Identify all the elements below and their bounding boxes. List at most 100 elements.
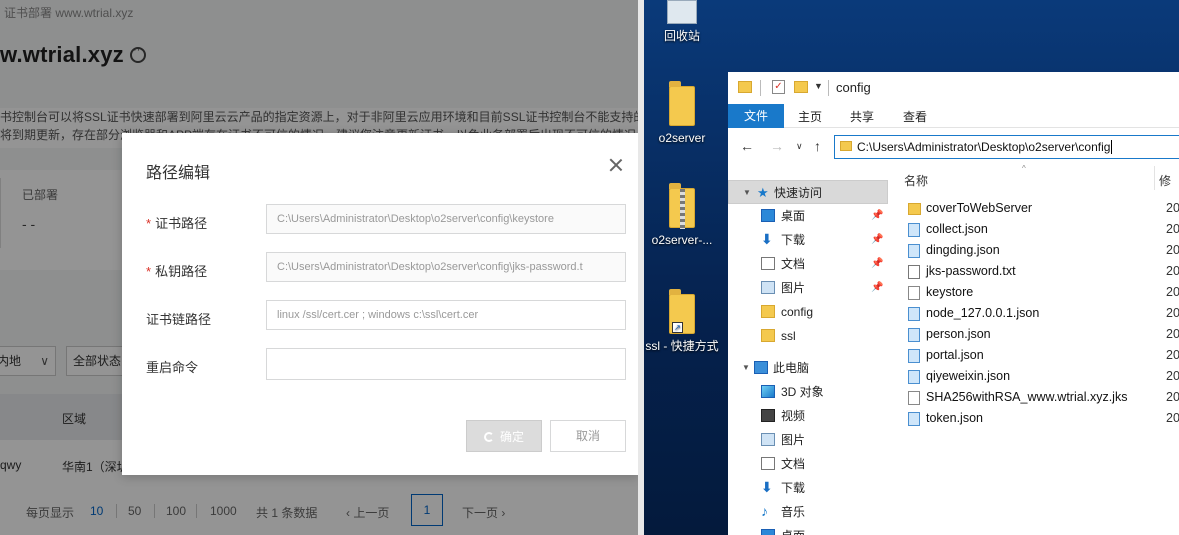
file-row[interactable]: qiyeweixin.json 20 — [888, 366, 1179, 387]
file-modified-date: 20 — [1166, 327, 1179, 341]
column-header-name[interactable]: 名称 — [904, 172, 928, 189]
nav-item-pc-pictures[interactable]: 图片 — [728, 428, 888, 452]
pin-icon: 📌 — [871, 258, 884, 269]
column-header-modified[interactable]: 修 — [1159, 172, 1171, 189]
cert-chain-path-input[interactable]: linux /ssl/cert.cer ; windows c:\ssl\cer… — [266, 300, 626, 330]
folder-icon — [761, 305, 775, 318]
cert-path-label: * 证书路径 — [146, 216, 208, 231]
file-explorer-window: ✓ ▼ config 文件 主页 共享 查看 ← → ∨ ↑ C:\Users\… — [728, 72, 1179, 535]
private-key-path-input[interactable]: C:\Users\Administrator\Desktop\o2server\… — [266, 252, 626, 282]
folder-icon — [738, 81, 752, 93]
download-icon: ⬇ — [761, 231, 773, 247]
file-name: collect.json — [926, 222, 988, 236]
windows-desktop: 回收站 o2server o2server-... ↗ ssl - 快捷方式 ✓… — [644, 0, 1179, 535]
navigation-pane: ▼ ★ 快速访问 桌面 📌 ⬇ 下载 📌 文档 📌 图片 📌 config ss… — [728, 166, 888, 535]
chevron-down-icon[interactable]: ▼ — [743, 181, 751, 205]
pc-icon — [754, 361, 768, 374]
pin-icon: 📌 — [871, 210, 884, 221]
file-row[interactable]: keystore 20 — [888, 282, 1179, 303]
tab-home[interactable]: 主页 — [798, 108, 822, 125]
chevron-down-icon[interactable]: ▼ — [814, 81, 823, 91]
file-name: jks-password.txt — [926, 264, 1016, 278]
nav-item-downloads[interactable]: ⬇ 下载 📌 — [728, 228, 888, 252]
o2server-zip-shortcut[interactable]: o2server-... — [644, 183, 722, 248]
file-name: person.json — [926, 327, 991, 341]
file-row[interactable]: portal.json 20 — [888, 345, 1179, 366]
restart-command-label: 重启命令 — [146, 360, 199, 375]
desktop-icon-label: ssl - 快捷方式 — [645, 339, 719, 353]
nav-item-pictures[interactable]: 图片 📌 — [728, 276, 888, 300]
nav-item-music[interactable]: ♪ 音乐 — [728, 500, 888, 524]
close-icon[interactable] — [608, 157, 624, 173]
nav-item-pc-documents[interactable]: 文档 — [728, 452, 888, 476]
recycle-bin-icon — [667, 0, 697, 24]
new-folder-icon[interactable] — [794, 81, 808, 93]
properties-icon[interactable]: ✓ — [772, 80, 785, 94]
nav-item-quick-access[interactable]: ▼ ★ 快速访问 — [728, 180, 888, 204]
recycle-bin-shortcut[interactable]: 回收站 — [644, 0, 722, 44]
toolbar-divider — [828, 80, 829, 96]
cancel-button[interactable]: 取消 — [550, 420, 626, 452]
nav-item-desktop[interactable]: 桌面 📌 — [728, 204, 888, 228]
text-file-icon — [908, 265, 920, 279]
3d-icon — [761, 385, 775, 398]
confirm-label: 确定 — [499, 430, 524, 444]
tab-share[interactable]: 共享 — [850, 108, 874, 125]
file-name: keystore — [926, 285, 974, 299]
up-arrow-icon[interactable]: ↑ — [814, 138, 821, 154]
desktop-icon-label: o2server-... — [651, 233, 713, 247]
nav-item-videos[interactable]: 视频 — [728, 404, 888, 428]
file-row[interactable]: token.json 20 — [888, 408, 1179, 429]
nav-item-pc-downloads[interactable]: ⬇ 下载 — [728, 476, 888, 500]
file-list: ^ 名称 修 coverToWebServer 20 collect.json 20 d… — [888, 164, 1179, 535]
file-row[interactable]: node_127.0.0.1.json 20 — [888, 303, 1179, 324]
confirm-button[interactable]: 确定 — [466, 420, 542, 452]
recent-locations-icon[interactable]: ∨ — [796, 141, 803, 152]
nav-item-3d-objects[interactable]: 3D 对象 — [728, 380, 888, 404]
restart-command-input[interactable] — [266, 348, 626, 380]
file-modified-date: 20 — [1166, 390, 1179, 404]
required-mark: * — [146, 264, 152, 279]
json-file-icon — [908, 412, 920, 426]
file-modified-date: 20 — [1166, 264, 1179, 278]
file-row[interactable]: person.json 20 — [888, 324, 1179, 345]
chevron-down-icon[interactable]: ▼ — [742, 356, 750, 380]
address-bar-input[interactable]: C:\Users\Administrator\Desktop\o2server\… — [834, 135, 1179, 159]
forward-arrow-icon[interactable]: → — [770, 138, 784, 154]
nav-item-pc-desktop[interactable]: 桌面 — [728, 524, 888, 535]
tab-view[interactable]: 查看 — [903, 108, 927, 125]
file-row[interactable]: dingding.json 20 — [888, 240, 1179, 261]
o2server-folder-shortcut[interactable]: o2server — [644, 81, 722, 146]
cert-chain-path-label: 证书链路径 — [146, 312, 212, 327]
file-row[interactable]: jks-password.txt 20 — [888, 261, 1179, 282]
json-file-icon — [908, 223, 920, 237]
folder-icon — [908, 203, 921, 215]
download-icon: ⬇ — [761, 479, 773, 495]
desktop-icon — [761, 529, 775, 535]
file-row[interactable]: collect.json 20 — [888, 219, 1179, 240]
column-divider[interactable] — [1154, 166, 1155, 190]
file-name: token.json — [926, 411, 983, 425]
nav-item-ssl[interactable]: ssl — [728, 324, 888, 348]
text-caret — [1111, 140, 1113, 154]
file-row[interactable]: coverToWebServer 20 — [888, 198, 1179, 219]
ssl-console-page: 证书部署 www.wtrial.xyz w.wtrial.xyz 书控制台可以将… — [0, 0, 638, 535]
file-icon — [908, 286, 920, 300]
file-row[interactable]: SHA256withRSA_www.wtrial.xyz.jks 20 — [888, 387, 1179, 408]
file-name: dingding.json — [926, 243, 1000, 257]
ssl-shortcut[interactable]: ↗ ssl - 快捷方式 — [644, 289, 722, 354]
file-name: coverToWebServer — [926, 201, 1033, 215]
tab-file[interactable]: 文件 — [728, 104, 784, 128]
file-modified-date: 20 — [1166, 285, 1179, 299]
nav-item-documents[interactable]: 文档 📌 — [728, 252, 888, 276]
nav-item-this-pc[interactable]: ▼ 此电脑 — [728, 356, 888, 380]
toolbar-divider — [760, 80, 761, 96]
back-arrow-icon[interactable]: ← — [740, 138, 754, 154]
window-title: config — [836, 80, 871, 95]
video-icon — [761, 409, 775, 422]
nav-item-config[interactable]: config — [728, 300, 888, 324]
pin-icon: 📌 — [871, 234, 884, 245]
zip-folder-icon — [669, 183, 695, 229]
cert-path-input[interactable]: C:\Users\Administrator\Desktop\o2server\… — [266, 204, 626, 234]
file-name: node_127.0.0.1.json — [926, 306, 1040, 320]
